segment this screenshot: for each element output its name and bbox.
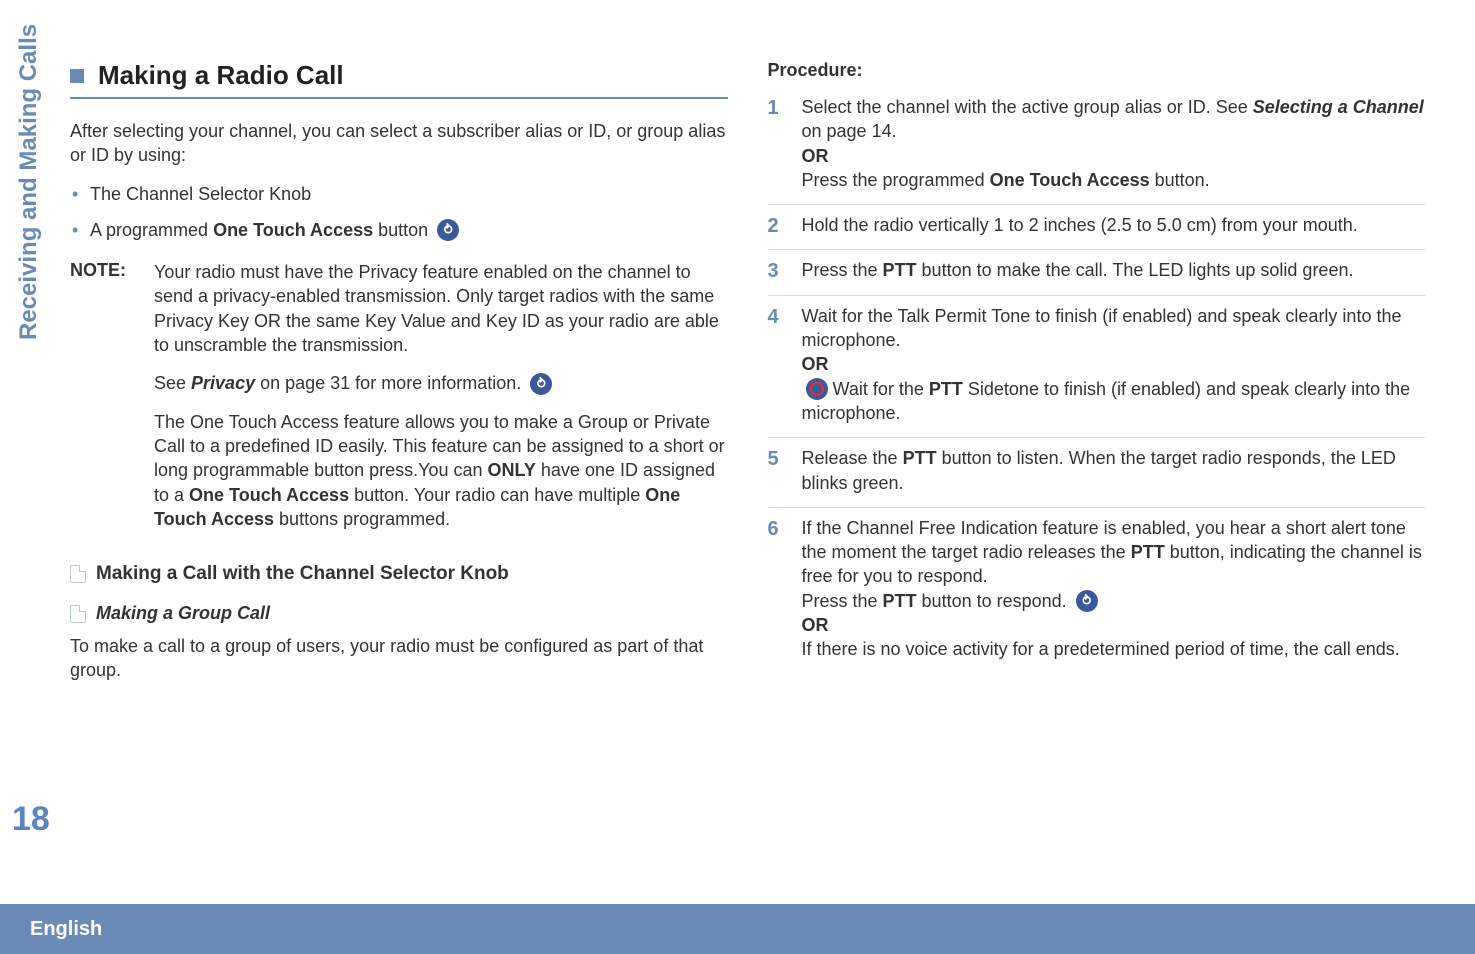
selector-list: The Channel Selector Knob A programmed O… <box>70 182 728 243</box>
text: Press the <box>802 260 883 280</box>
text: Wait for the <box>833 379 929 399</box>
sidetone-icon <box>806 378 828 400</box>
page-number: 18 <box>12 800 50 839</box>
subheading-row: Making a Group Call <box>70 603 728 624</box>
step-6: If the Channel Free Indication feature i… <box>768 516 1426 674</box>
list-item: The Channel Selector Knob <box>70 182 728 206</box>
text: Press the <box>802 591 883 611</box>
page: Receiving and Making Calls 18 Making a R… <box>0 0 1475 954</box>
step-4: Wait for the Talk Permit Tone to finish … <box>768 304 1426 438</box>
text: Release the <box>802 448 903 468</box>
text: Select the channel with the active group… <box>802 97 1253 117</box>
one-touch-access-icon: ⥁ <box>437 219 459 241</box>
step-2: Hold the radio vertically 1 to 2 inches … <box>768 213 1426 250</box>
left-column: Making a Radio Call After selecting your… <box>70 60 728 954</box>
list-item: A programmed One Touch Access button ⥁ <box>70 218 728 242</box>
bold-text: PTT <box>1131 542 1165 562</box>
heading-group-call: Making a Group Call <box>96 603 270 624</box>
bold-text: One Touch Access <box>990 170 1150 190</box>
side-rail: Receiving and Making Calls 18 <box>0 40 70 954</box>
bold-text: PTT <box>929 379 963 399</box>
page-icon <box>70 565 86 583</box>
note-paragraph: See Privacy on page 31 for more informat… <box>154 371 728 395</box>
content-columns: Making a Radio Call After selecting your… <box>70 40 1425 954</box>
or-text: OR <box>802 615 829 635</box>
ref-selecting-channel: Selecting a Channel <box>1253 97 1424 117</box>
language-label: English <box>30 918 102 941</box>
text: buttons programmed. <box>274 509 450 529</box>
heading-channel-selector: Making a Call with the Channel Selector … <box>96 563 509 585</box>
section-tab: Receiving and Making Calls <box>15 24 43 340</box>
right-column: Procedure: Select the channel with the a… <box>768 60 1426 954</box>
text: on page 31 for more information. <box>255 373 521 393</box>
bold-text: PTT <box>883 260 917 280</box>
note-body: Your radio must have the Privacy feature… <box>154 260 728 545</box>
note-block: NOTE: Your radio must have the Privacy f… <box>70 260 728 545</box>
group-call-intro: To make a call to a group of users, your… <box>70 634 728 683</box>
text: button. Your radio can have multiple <box>349 485 645 505</box>
text: Press the programmed <box>802 170 990 190</box>
note-paragraph: The One Touch Access feature allows you … <box>154 410 728 531</box>
bold-text: PTT <box>883 591 917 611</box>
step-1: Select the channel with the active group… <box>768 95 1426 205</box>
step-3: Press the PTT button to make the call. T… <box>768 258 1426 295</box>
intro-paragraph: After selecting your channel, you can se… <box>70 119 728 168</box>
footer-language-bar: English <box>0 904 1475 954</box>
procedure-label: Procedure: <box>768 60 1426 81</box>
bold-text: PTT <box>903 448 937 468</box>
text: button to make the call. The LED lights … <box>917 260 1354 280</box>
text: button. <box>1150 170 1210 190</box>
or-text: OR <box>802 146 829 166</box>
heading-making-radio-call: Making a Radio Call <box>98 60 344 91</box>
procedure-steps: Select the channel with the active group… <box>768 95 1426 674</box>
square-bullet-icon <box>70 69 84 83</box>
note-paragraph: Your radio must have the Privacy feature… <box>154 260 728 357</box>
heading-row: Making a Radio Call <box>70 60 728 99</box>
bold-text: One Touch Access <box>189 485 349 505</box>
text: A programmed <box>90 220 213 240</box>
text: If there is no voice activity for a pred… <box>802 639 1400 659</box>
note-label: NOTE: <box>70 260 154 545</box>
page-icon <box>70 605 86 623</box>
text: button <box>373 220 428 240</box>
bold-text: One Touch Access <box>213 220 373 240</box>
text: See <box>154 373 191 393</box>
text: Wait for the Talk Permit Tone to finish … <box>802 306 1402 350</box>
text: on page 14. <box>802 121 897 141</box>
info-icon: ⥁ <box>530 373 552 395</box>
subheading-row: Making a Call with the Channel Selector … <box>70 563 728 585</box>
text: button to respond. <box>917 591 1067 611</box>
or-text: OR <box>802 354 829 374</box>
step-5: Release the PTT button to listen. When t… <box>768 446 1426 508</box>
privacy-ref: Privacy <box>191 373 255 393</box>
ptt-icon: ⥁ <box>1076 590 1098 612</box>
bold-text: ONLY <box>488 460 536 480</box>
